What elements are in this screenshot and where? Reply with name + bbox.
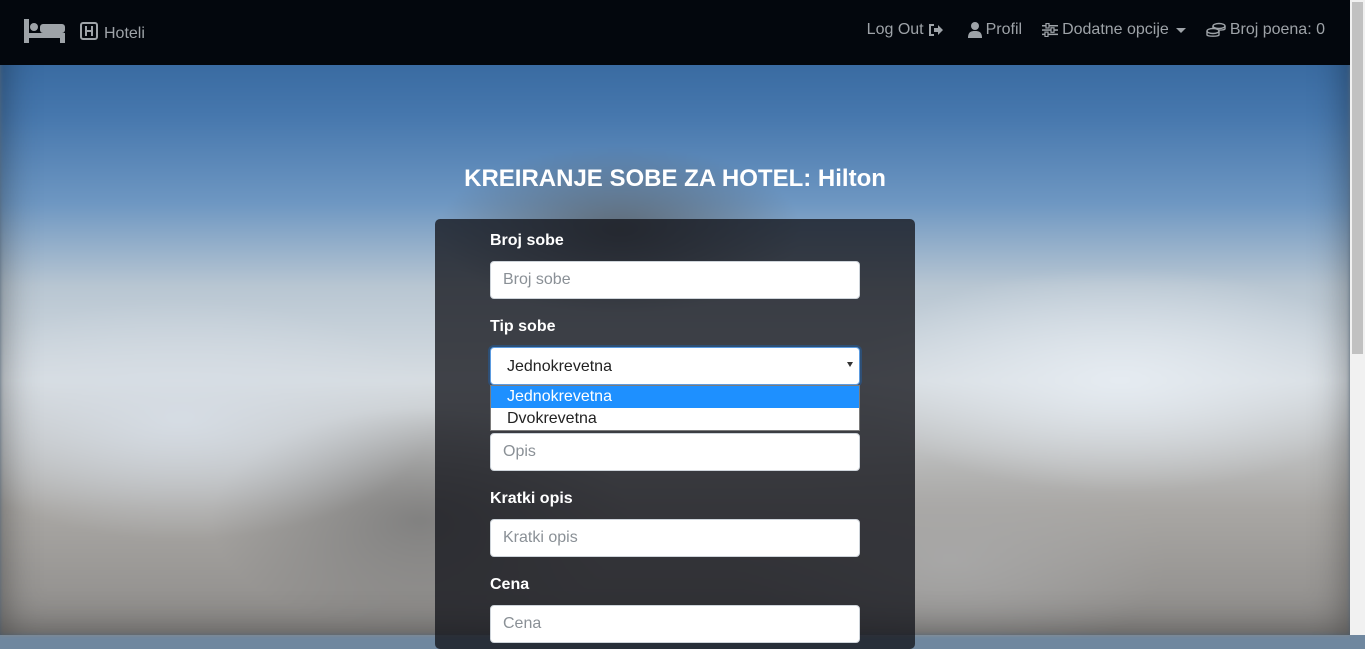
options-dropdown-toggle[interactable]: Dodatne opcije xyxy=(1038,21,1186,39)
page-title: KREIRANJE SOBE ZA HOTEL: Hilton xyxy=(464,165,886,192)
room-type-selected-value: Jednokrevetna xyxy=(507,358,612,375)
room-number-input[interactable] xyxy=(490,261,860,299)
profile-link[interactable]: Profil xyxy=(964,21,1022,39)
logout-link[interactable]: Log Out xyxy=(867,21,948,39)
room-number-label: Broj sobe xyxy=(490,232,564,249)
hotel-icon xyxy=(80,22,98,45)
short-desc-input[interactable] xyxy=(490,519,860,557)
bed-icon[interactable] xyxy=(24,19,65,48)
room-type-select[interactable]: Jednokrevetna xyxy=(490,347,860,385)
user-icon xyxy=(967,22,982,38)
coins-icon xyxy=(1206,22,1226,37)
points-link[interactable]: Broj poena: 0 xyxy=(1202,21,1325,39)
room-type-label: Tip sobe xyxy=(490,318,556,335)
points-label: Broj poena: 0 xyxy=(1229,21,1325,38)
sign-out-icon xyxy=(928,24,943,36)
page-scrollbar[interactable] xyxy=(1350,0,1365,635)
profile-label: Profil xyxy=(985,21,1023,38)
scrollbar-thumb[interactable] xyxy=(1352,2,1363,354)
nav-hotels-link[interactable]: Hoteli xyxy=(80,22,145,45)
sliders-icon xyxy=(1042,23,1059,37)
top-navbar: Hoteli Log Out Profil Dodatne opcije Bro… xyxy=(0,0,1350,65)
description-input[interactable] xyxy=(490,433,860,471)
room-type-option-double[interactable]: Dvokrevetna xyxy=(491,408,859,430)
short-desc-label: Kratki opis xyxy=(490,490,573,507)
price-input[interactable] xyxy=(490,605,860,643)
caret-down-icon xyxy=(1175,27,1186,33)
room-type-option-single[interactable]: Jednokrevetna xyxy=(491,386,859,408)
price-label: Cena xyxy=(490,576,530,593)
nav-right-group: Log Out Profil Dodatne opcije Broj poena… xyxy=(851,21,1325,39)
room-type-dropdown-list: Jednokrevetna Dvokrevetna xyxy=(490,385,860,431)
nav-hotels-label: Hoteli xyxy=(104,24,145,42)
dropdown-arrow-icon xyxy=(847,362,853,367)
logout-label: Log Out xyxy=(866,21,924,38)
options-label: Dodatne opcije xyxy=(1062,21,1169,38)
